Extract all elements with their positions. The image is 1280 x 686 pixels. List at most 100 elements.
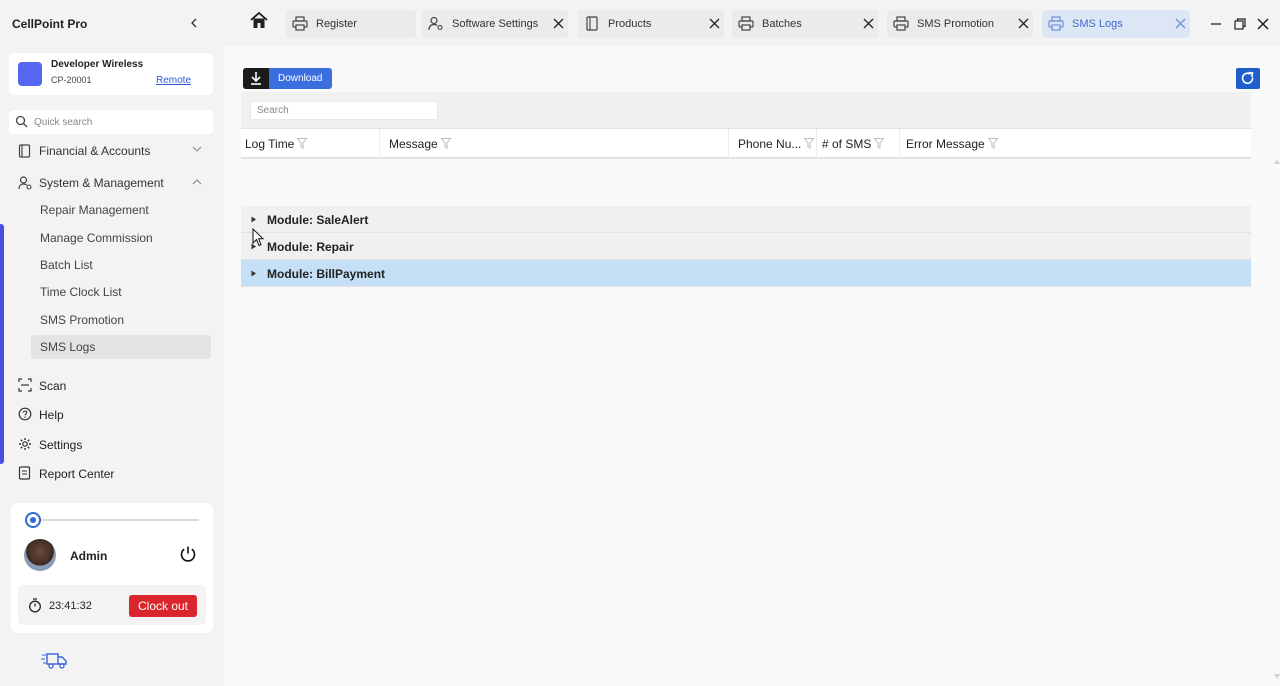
- nav-help[interactable]: Help: [0, 404, 224, 426]
- close-window-icon[interactable]: [1255, 16, 1271, 32]
- nav-scan-label: Scan: [39, 379, 67, 393]
- nav-settings[interactable]: Settings: [0, 434, 224, 456]
- tab-sms-logs[interactable]: SMS Logs: [1042, 10, 1190, 38]
- collapse-sidebar-button[interactable]: [186, 14, 202, 32]
- close-icon[interactable]: [863, 18, 874, 29]
- sidebar-item-sms-promotion[interactable]: SMS Promotion: [31, 308, 211, 332]
- tab-label: SMS Promotion: [917, 18, 995, 30]
- help-icon: [18, 407, 32, 421]
- status-slider-knob[interactable]: [25, 512, 41, 528]
- quick-search-input[interactable]: [34, 113, 204, 131]
- column-header-error-message[interactable]: Error Message: [906, 137, 998, 151]
- sidebar-item-manage-commission[interactable]: Manage Commission: [31, 226, 211, 250]
- close-icon[interactable]: [1175, 18, 1186, 29]
- tab-bar: Register Software Settings Products Batc…: [224, 0, 1280, 46]
- column-header-label: Error Message: [906, 137, 985, 151]
- phone-icon: [586, 16, 598, 31]
- filter-icon[interactable]: [987, 138, 998, 149]
- nav-help-label: Help: [39, 408, 64, 422]
- sidebar-item-repair-management[interactable]: Repair Management: [31, 198, 211, 222]
- column-separator[interactable]: [816, 129, 817, 158]
- home-button[interactable]: [250, 11, 274, 36]
- quick-search: [9, 110, 213, 134]
- gear-icon: [19, 438, 31, 450]
- status-slider-track[interactable]: [33, 519, 199, 521]
- sidebar-item-label: SMS Logs: [40, 340, 96, 354]
- filter-icon[interactable]: [297, 138, 308, 149]
- filter-icon[interactable]: [440, 138, 451, 149]
- close-icon[interactable]: [1018, 18, 1029, 29]
- nav-settings-label: Settings: [39, 438, 83, 452]
- grid-search-row: [241, 92, 1251, 128]
- scroll-down-arrow-icon[interactable]: [1274, 674, 1280, 679]
- store-name: Developer Wireless: [51, 59, 144, 70]
- delivery-truck-icon[interactable]: [40, 652, 68, 670]
- printer-icon: [1048, 16, 1064, 31]
- tab-register[interactable]: Register: [286, 10, 416, 38]
- clock-time: 23:41:32: [49, 600, 92, 612]
- chevron-up-icon: [192, 179, 202, 185]
- sidebar-item-batch-list[interactable]: Batch List: [31, 253, 211, 277]
- group-label: Module: Repair: [267, 240, 354, 254]
- sidebar-item-sms-logs[interactable]: SMS Logs: [31, 335, 211, 359]
- column-header-log-time[interactable]: Log Time: [245, 137, 308, 151]
- scroll-up-arrow-icon[interactable]: [1274, 159, 1280, 164]
- sidebar-item-label: Repair Management: [40, 203, 149, 217]
- store-card: Developer Wireless CP-20001 Remote: [9, 53, 213, 95]
- tab-products[interactable]: Products: [578, 10, 724, 38]
- stopwatch-icon: [29, 598, 41, 613]
- column-header-phone-number[interactable]: Phone Nu...: [738, 137, 815, 151]
- download-button[interactable]: Download: [243, 68, 332, 89]
- refresh-button[interactable]: [1236, 68, 1260, 89]
- expand-triangle-icon[interactable]: [251, 270, 257, 277]
- close-icon[interactable]: [709, 18, 720, 29]
- user-card: Admin 23:41:32 Clock out: [11, 503, 213, 633]
- report-icon: [18, 466, 31, 480]
- nav-financial[interactable]: Financial & Accounts: [0, 139, 224, 163]
- tab-sms-promotion[interactable]: SMS Promotion: [887, 10, 1033, 38]
- column-header-label: Phone Nu...: [738, 137, 802, 151]
- restore-icon[interactable]: [1232, 16, 1248, 32]
- vertical-scrollbar[interactable]: [1274, 159, 1280, 679]
- filter-icon[interactable]: [804, 138, 815, 149]
- close-icon[interactable]: [553, 18, 564, 29]
- group-row-repair[interactable]: Module: Repair: [241, 233, 1251, 260]
- chevron-down-icon: [192, 146, 202, 152]
- clock-out-button[interactable]: Clock out: [129, 595, 197, 617]
- nav-system-label: System & Management: [39, 176, 164, 190]
- expand-triangle-icon[interactable]: [251, 216, 257, 223]
- column-separator[interactable]: [728, 129, 729, 158]
- nav-scan[interactable]: Scan: [0, 375, 224, 397]
- group-label: Module: BillPayment: [267, 267, 386, 281]
- chevron-left-icon: [191, 18, 197, 28]
- tab-software-settings[interactable]: Software Settings: [422, 10, 568, 38]
- group-row-billpayment[interactable]: Module: BillPayment: [241, 260, 1251, 287]
- sms-logs-grid: Log Time Message Phone Nu... # of SMS Er…: [241, 92, 1268, 682]
- tab-label: Products: [608, 18, 652, 30]
- sidebar-item-time-clock-list[interactable]: Time Clock List: [31, 280, 211, 304]
- filter-icon[interactable]: [874, 138, 885, 149]
- refresh-icon: [1241, 71, 1254, 85]
- download-icon: [251, 72, 261, 85]
- grid-search-input[interactable]: [251, 102, 437, 119]
- printer-icon: [893, 16, 909, 31]
- group-row-salealert[interactable]: Module: SaleAlert: [241, 206, 1251, 233]
- tab-label: Register: [316, 18, 357, 30]
- column-header-message[interactable]: Message: [389, 137, 451, 151]
- column-separator[interactable]: [379, 129, 380, 158]
- minimize-icon[interactable]: [1208, 16, 1224, 32]
- home-icon: [250, 11, 268, 28]
- nav-system[interactable]: System & Management: [0, 171, 224, 195]
- column-separator[interactable]: [899, 129, 900, 158]
- grid-search-box: [250, 101, 438, 120]
- nav-report-center[interactable]: Report Center: [0, 463, 224, 485]
- column-header-sms-count[interactable]: # of SMS: [822, 137, 885, 151]
- tab-label: Software Settings: [452, 18, 539, 30]
- sidebar-item-label: Manage Commission: [40, 231, 153, 245]
- store-code: CP-20001: [51, 75, 92, 85]
- power-icon[interactable]: [179, 545, 197, 563]
- sidebar-item-label: Batch List: [40, 258, 93, 272]
- tab-batches[interactable]: Batches: [732, 10, 878, 38]
- tab-label: SMS Logs: [1072, 18, 1123, 30]
- remote-link[interactable]: Remote: [156, 75, 191, 86]
